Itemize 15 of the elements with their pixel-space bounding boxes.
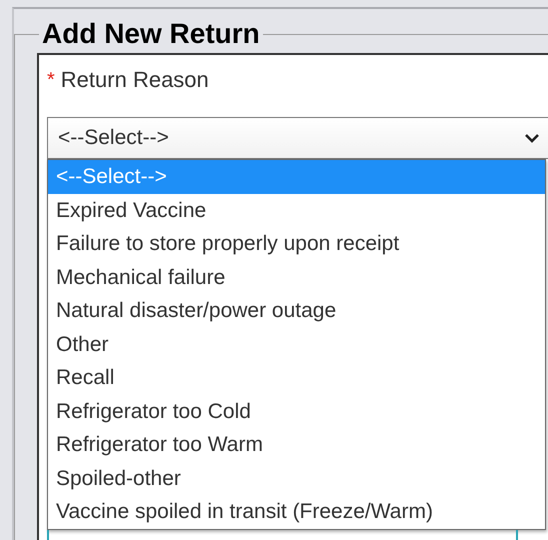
dropdown-option[interactable]: Expired Vaccine [48,194,545,227]
dropdown-option[interactable]: Spoiled-other [48,462,545,495]
reason-select[interactable]: <--Select--> [47,117,548,159]
dropdown-option[interactable]: Mechanical failure [48,260,545,294]
field-label: Return Reason [60,67,209,93]
dropdown-option[interactable]: Refrigerator too Warm [48,428,545,462]
chevron-down-icon [524,133,540,143]
dropdown-option[interactable]: Natural disaster/power outage [48,294,545,328]
required-marker: * [47,68,55,93]
dropdown-option[interactable]: Failure to store properly upon receipt [48,227,545,260]
dropdown-option[interactable]: Vaccine spoiled in transit (Freeze/Warm) [48,495,545,528]
dropdown-option[interactable]: Refrigerator too Cold [48,394,545,428]
dropdown-option[interactable]: Other [48,328,545,361]
section-title: Add New Return [41,17,261,51]
dropdown-option[interactable]: Recall [48,361,545,394]
